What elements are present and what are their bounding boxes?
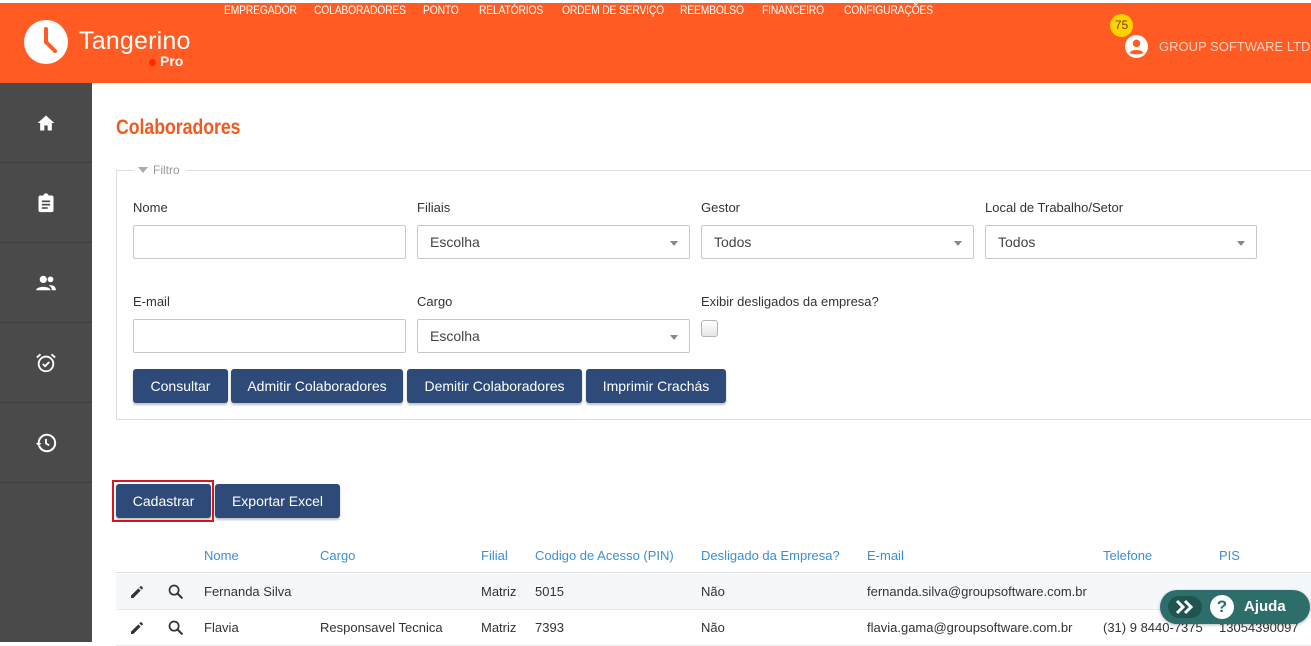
clipboard-icon bbox=[38, 192, 54, 212]
cell-nome: Flavia bbox=[204, 620, 239, 635]
help-widget-button[interactable]: ? Ajuda bbox=[1160, 590, 1310, 624]
nav-ordem-de-servico[interactable]: ORDEM DE SERVIÇO bbox=[562, 3, 664, 17]
column-header-nome[interactable]: Nome bbox=[204, 548, 239, 563]
people-icon bbox=[36, 275, 56, 290]
help-label: Ajuda bbox=[1244, 598, 1286, 615]
history-icon bbox=[35, 433, 57, 452]
filiais-label: Filiais bbox=[417, 200, 451, 215]
cell-email: fernanda.silva@groupsoftware.com.br bbox=[867, 584, 1087, 599]
chevron-down-icon bbox=[1237, 241, 1245, 246]
exportar-excel-button[interactable]: Exportar Excel bbox=[215, 484, 340, 518]
desligados-checkbox[interactable] bbox=[701, 320, 718, 337]
search-icon[interactable] bbox=[167, 583, 184, 600]
chevron-down-icon bbox=[954, 241, 962, 246]
nav-relatorios[interactable]: RELATÓRIOS bbox=[479, 3, 543, 17]
clock-logo-icon[interactable] bbox=[24, 20, 68, 64]
column-header-pin[interactable]: Codigo de Acesso (PIN) bbox=[535, 548, 674, 563]
consultar-button[interactable]: Consultar bbox=[133, 369, 228, 403]
nav-ponto[interactable]: PONTO bbox=[423, 3, 459, 17]
column-header-email[interactable]: E-mail bbox=[867, 548, 904, 563]
company-name[interactable]: GROUP SOFTWARE LTD bbox=[1159, 39, 1310, 54]
email-input[interactable] bbox=[133, 319, 406, 353]
double-chevron-right-icon[interactable] bbox=[1168, 596, 1202, 618]
cell-email: flavia.gama@groupsoftware.com.br bbox=[867, 620, 1073, 635]
filiais-select[interactable]: Escolha bbox=[417, 225, 690, 259]
nav-colaboradores[interactable]: COLABORADORES bbox=[314, 3, 406, 17]
cell-cargo: Responsavel Tecnica bbox=[320, 620, 443, 635]
column-header-desligado[interactable]: Desligado da Empresa? bbox=[701, 548, 840, 563]
sidebar-item-home[interactable] bbox=[0, 83, 92, 163]
column-header-telefone[interactable]: Telefone bbox=[1103, 548, 1152, 563]
nav-empregador[interactable]: EMPREGADOR bbox=[224, 3, 297, 17]
desligados-label: Exibir desligados da empresa? bbox=[701, 294, 879, 309]
sidebar-item-timeclock[interactable] bbox=[0, 323, 92, 403]
imprimir-crachas-button[interactable]: Imprimir Crachás bbox=[586, 369, 726, 403]
gestor-label: Gestor bbox=[701, 200, 741, 215]
nav-reembolso[interactable]: REEMBOLSO bbox=[680, 3, 744, 17]
local-select[interactable]: Todos bbox=[985, 225, 1257, 259]
page-title: Colaboradores bbox=[116, 116, 241, 139]
collapse-caret-icon bbox=[138, 167, 148, 173]
local-select-value: Todos bbox=[998, 234, 1036, 250]
top-navbar: Tangerino Pro EMPREGADOR COLABORADORES P… bbox=[0, 0, 1311, 83]
demitir-colaboradores-button[interactable]: Demitir Colaboradores bbox=[407, 369, 582, 403]
alarm-icon bbox=[36, 353, 56, 372]
gestor-select[interactable]: Todos bbox=[701, 225, 974, 259]
local-label: Local de Trabalho/Setor bbox=[985, 200, 1124, 215]
cell-nome: Fernanda Silva bbox=[204, 584, 292, 599]
pencil-icon[interactable] bbox=[129, 620, 145, 636]
column-header-cargo[interactable]: Cargo bbox=[320, 548, 355, 563]
nome-input[interactable] bbox=[133, 225, 406, 259]
column-header-filial[interactable]: Filial bbox=[481, 548, 508, 563]
cell-filial: Matriz bbox=[481, 620, 517, 635]
filter-legend[interactable]: Filtro bbox=[134, 163, 186, 177]
filter-legend-label: Filtro bbox=[153, 163, 180, 177]
sidebar bbox=[0, 83, 92, 642]
brand-dot bbox=[149, 59, 156, 66]
nav-financeiro[interactable]: FINANCEIRO bbox=[762, 3, 824, 17]
sidebar-item-collaborators[interactable] bbox=[0, 243, 92, 323]
cell-desligado: Não bbox=[701, 584, 725, 599]
search-icon[interactable] bbox=[167, 619, 184, 636]
user-avatar-icon[interactable] bbox=[1124, 34, 1149, 59]
cargo-select-value: Escolha bbox=[430, 328, 480, 344]
nome-label: Nome bbox=[133, 200, 168, 215]
home-icon bbox=[37, 115, 55, 130]
nav-configuracoes[interactable]: CONFIGURAÇÕES bbox=[844, 3, 933, 17]
pencil-icon[interactable] bbox=[129, 584, 145, 600]
cell-pin: 7393 bbox=[535, 620, 564, 635]
admitir-colaboradores-button[interactable]: Admitir Colaboradores bbox=[231, 369, 403, 403]
chevron-down-icon bbox=[670, 335, 678, 340]
cell-desligado: Não bbox=[701, 620, 725, 635]
cargo-select[interactable]: Escolha bbox=[417, 319, 690, 353]
gestor-select-value: Todos bbox=[714, 234, 752, 250]
sidebar-item-history[interactable] bbox=[0, 403, 92, 483]
cell-pin: 5015 bbox=[535, 584, 564, 599]
filiais-select-value: Escolha bbox=[430, 234, 480, 250]
cell-filial: Matriz bbox=[481, 584, 517, 599]
cargo-label: Cargo bbox=[417, 294, 453, 309]
brand-name[interactable]: Tangerino bbox=[79, 27, 191, 56]
brand-sub: Pro bbox=[160, 53, 184, 69]
chevron-down-icon bbox=[670, 241, 678, 246]
email-label: E-mail bbox=[133, 294, 170, 309]
cadastrar-button[interactable]: Cadastrar bbox=[116, 484, 211, 518]
sidebar-item-reports[interactable] bbox=[0, 163, 92, 243]
question-mark-icon: ? bbox=[1210, 595, 1234, 619]
column-header-pis[interactable]: PIS bbox=[1219, 548, 1240, 563]
